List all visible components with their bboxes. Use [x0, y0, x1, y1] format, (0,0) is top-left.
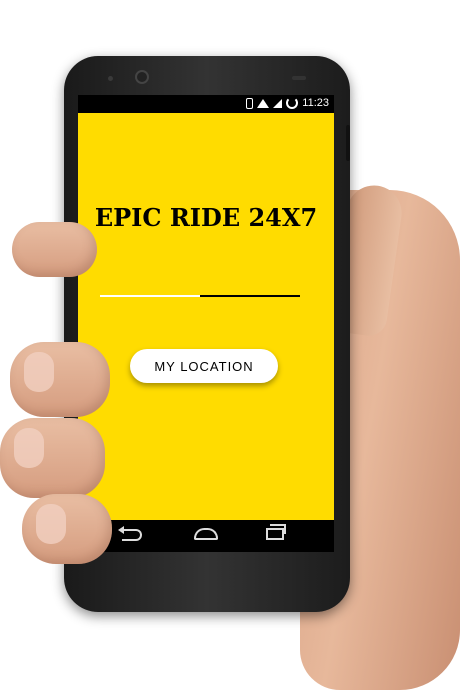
wifi-icon	[257, 98, 270, 108]
sync-icon	[286, 97, 299, 109]
my-location-button[interactable]: MY LOCATION	[130, 349, 278, 383]
progress-track	[200, 295, 300, 297]
home-icon[interactable]	[194, 528, 218, 540]
app-screen: EPIC RIDE 24X7 MY LOCATION	[78, 113, 334, 520]
earpiece	[135, 70, 149, 84]
proximity-sensor	[292, 76, 306, 80]
recent-apps-icon[interactable]	[266, 524, 286, 540]
bluetooth-icon	[246, 97, 254, 109]
progress-bar	[100, 295, 300, 297]
fingernail	[36, 504, 66, 544]
status-icons: 11:23	[246, 97, 329, 109]
middle-finger	[10, 342, 110, 417]
index-finger	[12, 222, 97, 277]
progress-fill	[100, 295, 200, 297]
front-camera	[108, 76, 113, 81]
ring-finger	[0, 418, 105, 498]
back-button[interactable]	[122, 529, 142, 541]
fingernail	[14, 428, 44, 468]
app-title: EPIC RIDE 24X7	[94, 203, 318, 232]
fingernail	[24, 352, 54, 392]
power-button	[346, 125, 350, 161]
status-time: 11:23	[302, 97, 329, 109]
navigation-bar	[78, 520, 334, 552]
signal-icon	[273, 98, 283, 108]
phone-screen: 11:23 EPIC RIDE 24X7 MY LOCATION	[78, 95, 334, 552]
little-finger	[22, 494, 112, 564]
status-bar: 11:23	[78, 95, 334, 113]
